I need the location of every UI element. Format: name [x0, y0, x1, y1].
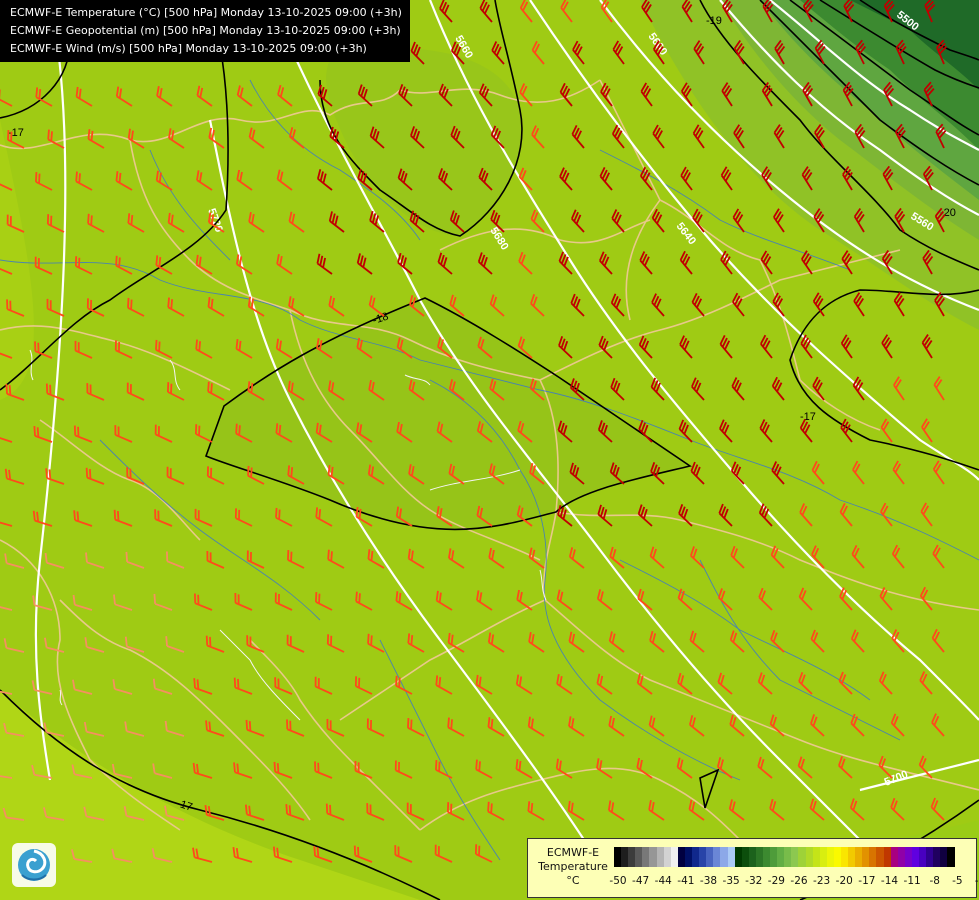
legend-tick: -41 — [677, 875, 695, 887]
legend-swatch — [890, 847, 898, 867]
map-stage: 5660 5600 5500 5560 5640 5680 5720 5700 — [0, 0, 979, 900]
title-temperature: ECMWF-E Temperature (°C) [500 hPa] Monda… — [10, 6, 402, 19]
legend-tick: -17 — [858, 875, 876, 887]
legend-swatch — [833, 847, 841, 867]
weather-map[interactable]: 5660 5600 5500 5560 5640 5680 5720 5700 — [0, 0, 979, 900]
legend-swatch — [826, 847, 834, 867]
legend-swatch — [663, 847, 671, 867]
temperature-legend: ECMWF-E Temperature °C -50 -47 -44 -41 -38 -3… — [527, 838, 979, 898]
legend-swatch — [791, 847, 799, 867]
legend-swatch — [748, 847, 756, 867]
legend-swatch — [904, 847, 912, 867]
legend-swatch — [812, 847, 820, 867]
legend-tick: -23 — [813, 875, 831, 887]
legend-swatch — [649, 847, 657, 867]
legend-swatch — [656, 847, 664, 867]
legend-tick: -14 — [880, 875, 899, 887]
legend-swatch — [734, 847, 742, 867]
legend-swatch — [727, 847, 735, 867]
temperature-fill-layer — [0, 0, 979, 900]
legend-tick-labels: -50 -47 -44 -41 -38 -35 -32 -29 -26 -23 -20 -17 -14-… — [609, 875, 979, 889]
legend-unit: °C — [566, 874, 580, 887]
legend-tick: -35 — [722, 875, 740, 887]
legend-swatch — [692, 847, 700, 867]
legend-swatch — [819, 847, 827, 867]
legend-tick: -11 — [903, 875, 921, 887]
legend-swatch — [741, 847, 749, 867]
legend-tick: -47 — [632, 875, 650, 887]
legend-swatch — [869, 847, 877, 867]
legend-swatch — [621, 847, 629, 867]
legend-swatch — [947, 847, 955, 867]
legend-title: ECMWF-E Temperature °C — [534, 846, 612, 888]
legend-swatch — [699, 847, 707, 867]
legend-swatch — [855, 847, 863, 867]
legend-tick: -38 — [699, 875, 718, 887]
legend-tick: -5 — [952, 875, 963, 887]
legend-swatch — [862, 847, 870, 867]
logo-icon — [12, 843, 56, 887]
legend-swatch — [883, 847, 891, 867]
legend-swatch — [805, 847, 813, 867]
title-geopotential: ECMWF-E Geopotential (m) [500 hPa] Monda… — [10, 24, 401, 37]
legend-color-scale — [614, 847, 955, 867]
legend-swatch — [720, 847, 728, 867]
legend-swatch — [777, 847, 785, 867]
legend-swatch — [670, 847, 678, 867]
legend-swatch — [911, 847, 920, 867]
legend-swatch — [628, 847, 636, 867]
legend-swatch — [677, 847, 685, 867]
legend-swatch — [876, 847, 884, 867]
legend-swatch — [848, 847, 856, 867]
legend-swatch — [798, 847, 806, 867]
legend-title-line1: ECMWF-E — [546, 846, 600, 859]
legend-swatch — [614, 847, 622, 867]
legend-swatch — [755, 847, 763, 867]
legend-title-line2: Temperature — [538, 860, 608, 873]
legend-swatch — [713, 847, 721, 867]
legend-swatch — [933, 847, 941, 867]
legend-tick: -29 — [767, 875, 785, 887]
map-title-box: ECMWF-E Temperature (°C) [500 hPa] Monda… — [0, 0, 410, 62]
legend-swatch — [919, 847, 927, 867]
legend-swatch — [642, 847, 650, 867]
legend-swatch — [784, 847, 792, 867]
legend-swatch — [897, 847, 905, 867]
legend-tick: -20 — [835, 875, 853, 887]
legend-tick: -2 — [974, 875, 979, 887]
legend-tick: -8 — [929, 875, 940, 887]
legend-swatch — [770, 847, 778, 867]
provider-logo — [12, 843, 56, 887]
legend-swatch — [684, 847, 693, 867]
legend-swatch — [635, 847, 643, 867]
legend-swatch — [841, 847, 849, 867]
legend-tick: -32 — [745, 875, 763, 887]
legend-tick: -26 — [790, 875, 808, 887]
legend-tick: -44 — [654, 875, 672, 887]
legend-swatch — [926, 847, 934, 867]
temperature-label: -19 — [706, 15, 722, 27]
legend-tick: -50 — [609, 875, 627, 887]
title-wind: ECMWF-E Wind (m/s) [500 hPa] Monday 13-1… — [10, 42, 367, 55]
legend-swatch — [706, 847, 714, 867]
temperature-label: -17 — [800, 411, 816, 423]
legend-swatch — [762, 847, 771, 867]
legend-swatch — [940, 847, 948, 867]
